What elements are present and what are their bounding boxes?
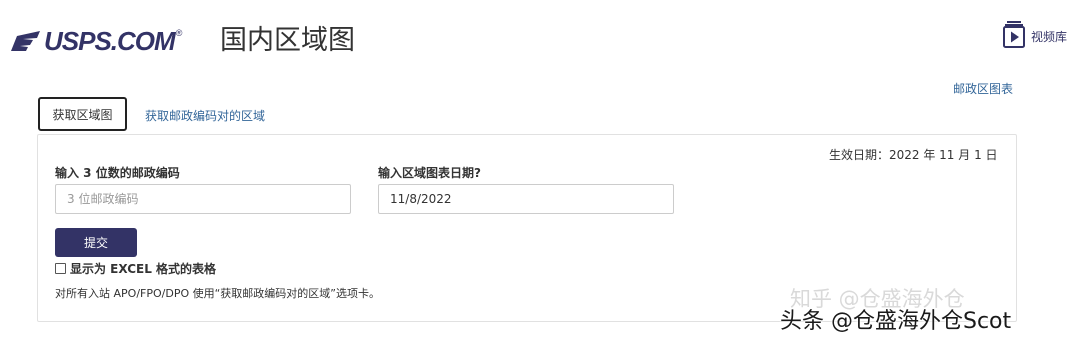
excel-option[interactable]: 显示为 EXCEL 格式的表格 — [55, 260, 216, 277]
tab-get-zone-for-zip-pair[interactable]: 获取邮政编码对的区域 — [145, 107, 265, 124]
page: USPS.COM ® 国内区域图 视频库 邮政区图表 获取区域图 获取邮政编码对… — [0, 0, 1080, 343]
zip-code-input[interactable] — [55, 184, 351, 214]
apo-fpo-dpo-note: 对所有入站 APO/FPO/DPO 使用“获取邮政编码对的区域”选项卡。 — [55, 287, 380, 300]
chart-date-label: 输入区域图表日期? — [378, 166, 481, 180]
logo-trademark: ® — [175, 28, 183, 38]
usps-logo[interactable]: USPS.COM ® — [11, 28, 182, 54]
submit-button[interactable]: 提交 — [55, 228, 137, 257]
effective-date-text: 生效日期：2022 年 11 月 1 日 — [829, 148, 998, 162]
excel-checkbox[interactable] — [55, 263, 66, 274]
page-title: 国内区域图 — [220, 25, 355, 56]
video-library-link[interactable]: 视频库 — [1003, 20, 1067, 48]
toutiao-watermark: 头条 @仓盛海外仓Scot — [780, 309, 1012, 334]
logo-text: USPS.COM — [44, 26, 176, 56]
video-library-icon — [1003, 21, 1025, 48]
zip-code-label: 输入 3 位数的邮政编码 — [55, 166, 180, 180]
eagle-logo-icon — [11, 31, 40, 51]
video-library-label: 视频库 — [1031, 29, 1068, 44]
tab-get-zone-chart[interactable]: 获取区域图 — [38, 97, 127, 131]
chart-date-input[interactable] — [378, 184, 674, 214]
zone-chart-link[interactable]: 邮政区图表 — [953, 80, 1013, 97]
excel-checkbox-label: 显示为 EXCEL 格式的表格 — [70, 262, 217, 276]
